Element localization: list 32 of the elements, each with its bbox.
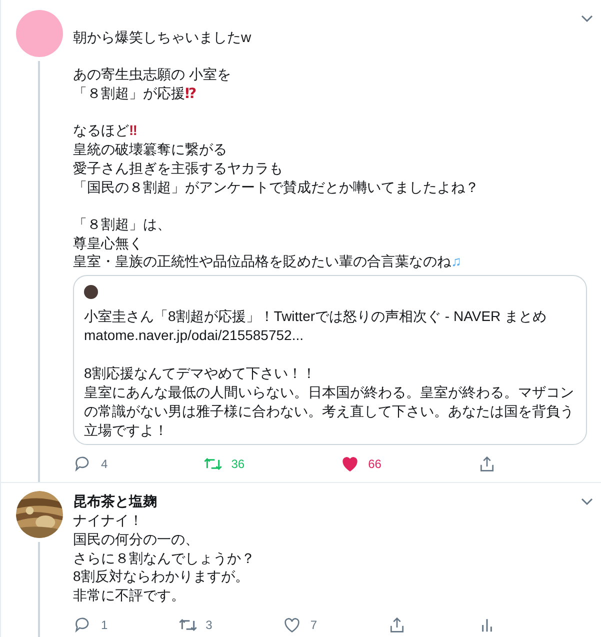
retweet-button[interactable]: 3: [178, 614, 212, 635]
tweet-text-line: 「国民の８割超」がアンケートで賛成だとか囀いてましたよね？: [73, 178, 480, 196]
card-url: matome.naver.jp/odai/215585752...: [84, 326, 304, 346]
tweet-text-line: あの寄生虫志願の 小室を: [73, 65, 232, 84]
tweet-text-line: 愛子さん担ぎを主張するヤカラも: [73, 158, 284, 178]
user-name[interactable]: 昆布茶と塩麹: [73, 491, 587, 512]
like-button[interactable]: 66: [340, 454, 382, 474]
tweet-text-line: ナイナイ！: [73, 511, 144, 530]
card-text: 皇室にあんな最低の人間いらない。日本国が終わる。皇室が終わる。マザコンの常識がない男は雅子様に合わない。考え直して下さい。あなたは国を背負う立場ですよ！: [84, 383, 574, 440]
emoji-icon: ‼: [129, 122, 138, 138]
tweet-text-line: 皇統の破壊簒奪に繋がる: [73, 140, 228, 159]
card-text: 8割応援なんてデマやめて下さい！！: [84, 364, 317, 384]
reply-button[interactable]: 4: [73, 454, 108, 474]
like-button[interactable]: 7: [282, 614, 318, 635]
reply-button[interactable]: 1: [73, 614, 108, 635]
heart-icon: [340, 454, 360, 474]
tweet-text-line: なるほど‼: [73, 121, 138, 140]
emoji-icon: ⁉: [185, 85, 197, 102]
retweet-button[interactable]: 36: [203, 454, 245, 474]
card-avatar: [84, 285, 98, 300]
tweet-text-line: 皇室・皇族の正統性や品位品格を貶めたい輩の合言葉なのね♫: [73, 252, 462, 272]
tweet-text-line: 朝から爆笑しちゃいましたw: [73, 28, 252, 47]
tweet-text-line: 「８割超」が応援⁉: [73, 84, 198, 103]
emoji-icon: ♫: [451, 253, 462, 270]
tweet-text-line: 尊皇心無く: [73, 234, 144, 252]
tweet-text-line: 8割反対ならわかりますが。: [73, 567, 250, 586]
tweet-text-line: 非常に不評です。: [73, 586, 186, 605]
tweet-text-line: さらに８割なんでしょうか？: [73, 548, 256, 568]
link-card[interactable]: 小室圭さん「8割超が応援」！Twitterでは怒りの声相次ぐ - NAVER まとめ matome.naver.jp/odai/215585752... 8割応援なんてデマやめて下さい！！ 皇室にあんな最低の人間いらない。日本国が終わる。皇室が終わる。マザコンの常識がない男は雅子様に合わない。考え直して下さい。あなたは国を背負う立場ですよ！: [73, 275, 587, 446]
card-title: 小室圭さん「8割超が応援」！Twitterでは怒りの声相次ぐ - NAVER まとめ: [84, 307, 548, 326]
tweet-text-line: 「８割超」は、: [73, 214, 172, 234]
tweet-text-line: 国民の何分の一の、: [73, 530, 200, 548]
